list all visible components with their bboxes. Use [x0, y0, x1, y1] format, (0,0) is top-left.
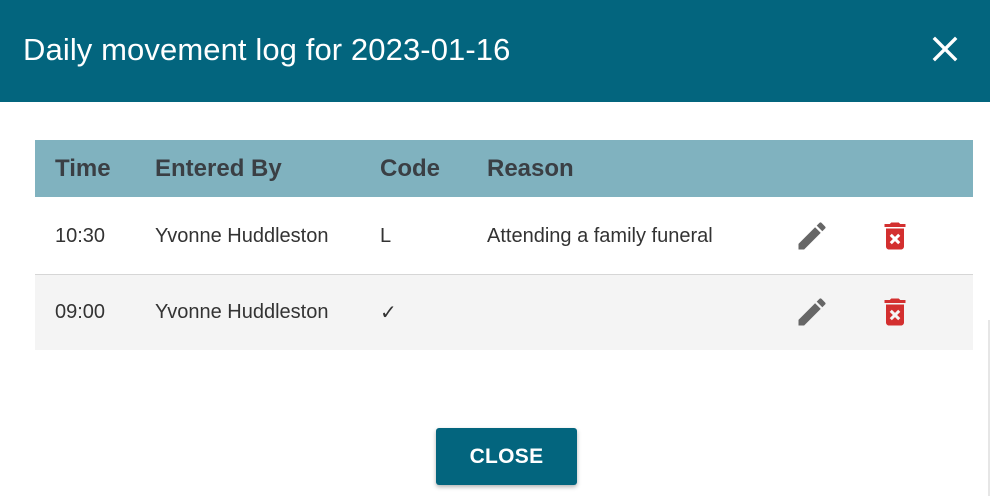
cell-delete — [877, 197, 973, 275]
cell-reason — [487, 274, 794, 350]
column-header-time: Time — [55, 154, 111, 182]
cell-entered-by: Yvonne Huddleston — [155, 300, 329, 323]
dialog-header: Daily movement log for 2023-01-16 — [0, 0, 990, 102]
table-body: 10:30 Yvonne Huddleston L Attending a fa… — [35, 197, 973, 350]
column-header-reason: Reason — [487, 154, 574, 182]
close-icon[interactable] — [930, 34, 960, 64]
column-header-code: Code — [380, 154, 440, 182]
pencil-icon[interactable] — [794, 294, 830, 330]
pencil-icon[interactable] — [794, 218, 830, 254]
movement-log-table: Time Entered By Code Reason 10:30 Yvonne… — [35, 140, 973, 350]
column-header-edit — [794, 140, 877, 198]
column-header-entered-by: Entered By — [155, 154, 282, 182]
cell-edit — [794, 274, 877, 350]
table-row: 09:00 Yvonne Huddleston ✓ — [35, 274, 973, 350]
cell-code: ✓ — [380, 301, 397, 324]
header-row: Time Entered By Code Reason — [35, 140, 973, 198]
cell-entered-by: Yvonne Huddleston — [155, 197, 380, 275]
close-button[interactable]: CLOSE — [436, 428, 577, 485]
column-header-delete — [877, 140, 973, 198]
trash-icon[interactable] — [877, 218, 913, 254]
table-header: Time Entered By Code Reason — [35, 140, 973, 198]
cell-reason: Attending a family funeral — [487, 197, 794, 275]
cell-code: L — [380, 197, 487, 275]
dialog-title: Daily movement log for 2023-01-16 — [23, 32, 511, 67]
cell-time: 09:00 — [55, 300, 106, 323]
cell-delete — [877, 274, 973, 350]
cell-time: 10:30 — [35, 197, 155, 275]
movement-log-dialog: Daily movement log for 2023-01-16 Time E… — [0, 0, 990, 496]
cell-edit — [794, 197, 877, 275]
table-row: 10:30 Yvonne Huddleston L Attending a fa… — [35, 197, 973, 275]
trash-icon[interactable] — [877, 294, 913, 330]
